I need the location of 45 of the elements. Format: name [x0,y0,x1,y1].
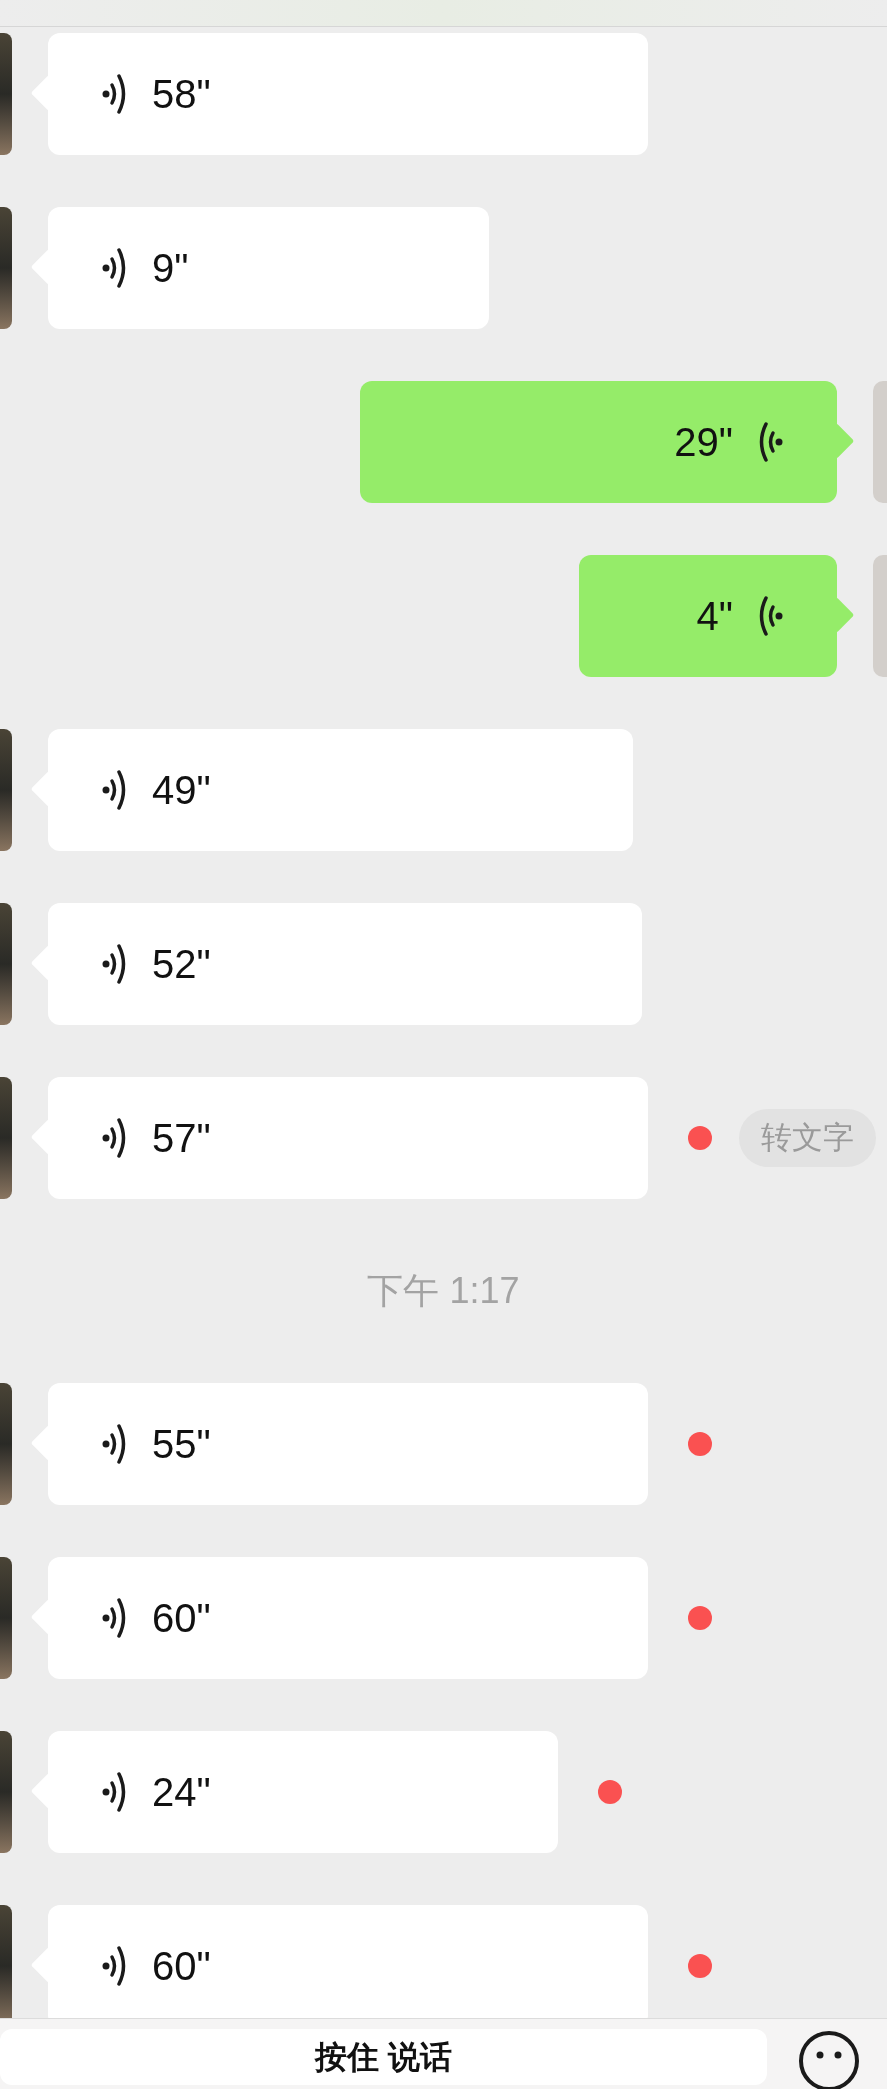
voice-wave-icon [757,593,783,639]
avatar-placeholder[interactable] [0,207,12,329]
voice-duration: 58" [152,71,211,118]
voice-wave-icon [757,419,783,465]
voice-duration: 57" [152,1115,211,1162]
avatar-placeholder[interactable] [0,1077,12,1199]
timestamp: 下午 1:17 [367,1269,520,1313]
voice-message-bubble[interactable]: 49" [48,729,633,851]
avatar-placeholder[interactable] [0,1557,12,1679]
voice-duration: 29" [674,419,733,466]
voice-message-bubble[interactable]: 4" [579,555,837,677]
voice-message-bubble[interactable]: 55" [48,1383,648,1505]
voice-duration: 4" [696,593,733,640]
voice-message-bubble[interactable]: 60" [48,1905,648,2018]
avatar-placeholder[interactable] [0,903,12,1025]
voice-message-bubble[interactable]: 9" [48,207,489,329]
voice-duration: 9" [152,245,189,292]
voice-wave-icon [102,941,128,987]
voice-wave-icon [102,71,128,117]
hold-to-talk-button[interactable]: 按住 说话 [0,2029,767,2085]
voice-message-bubble[interactable]: 52" [48,903,642,1025]
voice-duration: 55" [152,1421,211,1468]
voice-duration: 49" [152,767,211,814]
voice-wave-icon [102,1421,128,1467]
voice-wave-icon [102,1769,128,1815]
avatar-placeholder[interactable] [0,1383,12,1505]
voice-wave-icon [102,1115,128,1161]
avatar-placeholder[interactable] [0,1731,12,1853]
voice-wave-icon [102,1595,128,1641]
voice-message-bubble[interactable]: 60" [48,1557,648,1679]
voice-duration: 52" [152,941,211,988]
voice-duration: 60" [152,1943,211,1990]
avatar-placeholder[interactable] [0,1905,12,2018]
voice-message-bubble[interactable]: 58" [48,33,648,155]
voice-message-bubble[interactable]: 57" [48,1077,648,1199]
avatar-placeholder[interactable] [0,33,12,155]
voice-message-bubble[interactable]: 24" [48,1731,558,1853]
avatar-placeholder[interactable] [0,729,12,851]
voice-wave-icon [102,245,128,291]
emoji-icon[interactable] [797,2029,861,2089]
voice-duration: 24" [152,1769,211,1816]
voice-wave-icon [102,767,128,813]
voice-duration: 60" [152,1595,211,1642]
voice-wave-icon [102,1943,128,1989]
voice-message-bubble[interactable]: 29" [360,381,837,503]
